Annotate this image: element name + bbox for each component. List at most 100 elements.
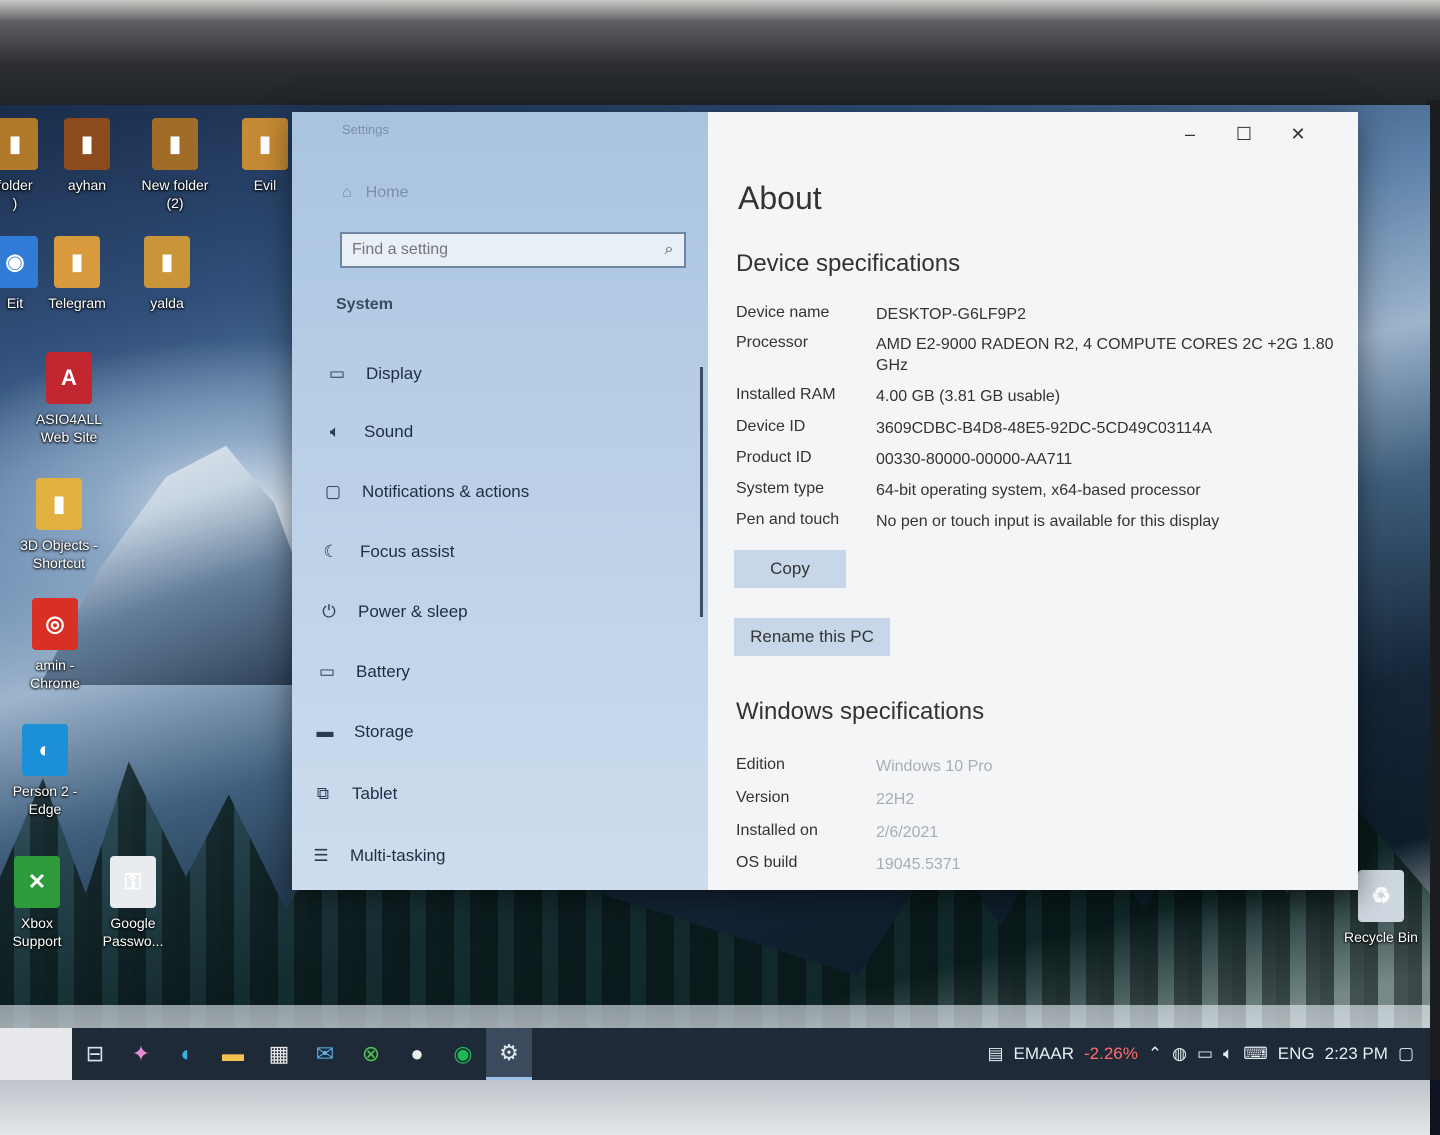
desktop-icon-telegram[interactable]: ▮ Telegram [32, 236, 122, 312]
store-icon[interactable]: ▦ [256, 1028, 302, 1080]
desktop-icon-label: ASIO4ALL Web Site [35, 411, 103, 445]
battery-icon: ▭ [318, 662, 336, 681]
desktop-icon-label: Recycle Bin [1344, 929, 1418, 945]
settings-icon[interactable]: ⚙ [486, 1028, 532, 1080]
keyboard-icon[interactable]: ⌨ [1243, 1044, 1268, 1064]
page-title: About [738, 180, 822, 216]
ayhan-icon: ▮ [64, 118, 110, 170]
battery-tray-icon[interactable]: ▭ [1197, 1044, 1213, 1064]
desktop-icon-xbox[interactable]: ✕ Xbox Support [0, 856, 82, 950]
spec-row-installed-ram: Installed RAM 4.00 GB (3.81 GB usable) [736, 386, 1336, 407]
spec-value: 3609CDBC-B4D8-48E5-92DC-5CD49C03114A [876, 420, 1212, 437]
minimize-icon[interactable]: – [1170, 124, 1210, 145]
desktop-icon-label: Google Passwo... [102, 915, 164, 949]
search-box[interactable]: ⌕ [340, 232, 686, 268]
spec-row-installed-on: Installed on 2/6/2021 [736, 822, 1336, 843]
spec-key: Edition [736, 756, 785, 773]
recycle-bin-icon: ♻ [1358, 870, 1404, 922]
file-explorer-icon[interactable]: ▬ [210, 1028, 256, 1080]
nav-item-display[interactable]: ▭ Display [326, 352, 696, 396]
spec-value: 64-bit operating system, x64-based proce… [876, 482, 1201, 499]
spec-value: Windows 10 Pro [876, 758, 993, 775]
desktop-icon-label: Person 2 - Edge [12, 783, 78, 817]
nav-item-battery[interactable]: ▭ Battery [316, 650, 686, 694]
folder-icon: ▮ [0, 118, 38, 170]
nav-item-tablet[interactable]: ⧉ Tablet [312, 772, 682, 816]
spotify-icon[interactable]: ◉ [440, 1028, 486, 1080]
spec-row-processor: Processor AMD E2-9000 RADEON R2, 4 COMPUT… [736, 334, 1336, 376]
spec-key: Device ID [736, 418, 806, 435]
search-icon[interactable]: ⌕ [654, 241, 684, 259]
xbox-icon[interactable]: ⊗ [348, 1028, 394, 1080]
spec-value: 00330-80000-00000-AA711 [876, 451, 1073, 468]
sidebar-scrollbar[interactable] [700, 367, 703, 617]
home-label: Home [365, 184, 409, 201]
network-icon[interactable]: ◍ [1172, 1044, 1187, 1064]
nav-item-focus-assist[interactable]: ☾ Focus assist [320, 530, 690, 574]
nav-item-storage[interactable]: ▬ Storage [314, 710, 684, 754]
nav-item-label: Tablet [352, 784, 398, 803]
window-title: Settings [342, 122, 389, 137]
desktop-icon-label: Telegram [48, 295, 106, 311]
desktop-icon-label: amin - Chrome [30, 657, 80, 691]
nav-item-sound[interactable]: 🔈︎ Sound [324, 410, 694, 454]
spec-key: System type [736, 480, 825, 497]
stock-change[interactable]: -2.26% [1084, 1044, 1138, 1064]
spec-key: Device name [736, 304, 830, 321]
spec-row-os-build: OS build 19045.5371 [736, 854, 1336, 875]
copy-button[interactable]: Copy [734, 550, 846, 588]
desktop-icon-label: ayhan [67, 177, 107, 193]
device-specs-title: Device specifications [736, 250, 961, 277]
person2-edge-icon: ◐ [22, 724, 68, 776]
volume-icon[interactable]: 🔈︎ [1223, 1044, 1233, 1064]
google-passwords-icon: ⚿ [110, 856, 156, 908]
spec-key: Version [736, 789, 790, 806]
language-indicator[interactable]: ENG [1278, 1044, 1315, 1064]
task-view-icon[interactable]: ⊟ [72, 1028, 118, 1080]
spec-key: Product ID [736, 449, 812, 466]
spec-value: DESKTOP-G6LF9P2 [876, 306, 1026, 323]
spec-row-pen-and-touch: Pen and touch No pen or touch input is av… [736, 511, 1336, 532]
nav-item-notifications-actions[interactable]: ▢ Notifications & actions [322, 470, 692, 514]
desktop-icon-amin-chrome[interactable]: ◎ amin - Chrome [10, 598, 100, 692]
3d-objects-icon: ▮ [36, 478, 82, 530]
news-widget-icon[interactable]: ▤ [987, 1044, 1003, 1064]
desktop-icon-label: New folder (2) [141, 177, 209, 211]
taskbar-apps: ⊟ ✦ ◐ ▬ ▦ ✉ ⊗ ● ◉ ⚙ [72, 1028, 532, 1080]
focus-assist-icon: ☾ [323, 542, 339, 561]
start-search-area[interactable] [0, 1028, 72, 1080]
nav-item-power-sleep[interactable]: ⏻ Power & sleep [318, 590, 688, 634]
nav-item-label: Notifications & actions [362, 482, 530, 501]
desktop-icon-3d-objects[interactable]: ▮ 3D Objects - Shortcut [14, 478, 104, 572]
desktop-icon-asio4all[interactable]: A ASIO4ALL Web Site [24, 352, 114, 446]
yalda-icon: ▮ [144, 236, 190, 288]
amin-chrome-icon: ◎ [32, 598, 78, 650]
spec-row-system-type: System type 64-bit operating system, x64-… [736, 480, 1336, 501]
close-icon[interactable]: ✕ [1278, 124, 1318, 145]
notification-center-icon[interactable]: ▢ [1398, 1044, 1414, 1064]
mail-icon[interactable]: ✉ [302, 1028, 348, 1080]
nav-item-multi-tasking[interactable]: ☰ Multi-tasking [310, 834, 680, 878]
home-link[interactable]: ⌂ Home [342, 184, 408, 202]
spec-value: 2/6/2021 [876, 824, 939, 841]
spec-value: AMD E2-9000 RADEON R2, 4 COMPUTE CORES 2… [876, 336, 1334, 374]
notifications-icon: ▢ [324, 482, 342, 501]
desktop-icon-new-folder-2[interactable]: ▮ New folder (2) [130, 118, 220, 212]
search-input[interactable] [342, 240, 654, 260]
nav-item-label: Focus assist [360, 542, 455, 561]
chevron-up-icon[interactable]: ⌃ [1148, 1044, 1162, 1064]
rename-pc-button[interactable]: Rename this PC [734, 618, 890, 656]
copilot-icon[interactable]: ✦ [118, 1028, 164, 1080]
clock[interactable]: 2:23 PM [1325, 1044, 1388, 1064]
media-icon[interactable]: ● [394, 1028, 440, 1080]
about-panel: – ☐ ✕ About Device specifications Device… [708, 112, 1358, 890]
maximize-icon[interactable]: ☐ [1224, 124, 1264, 145]
desktop-icon-ayhan[interactable]: ▮ ayhan [42, 118, 132, 194]
desktop-icon-person2-edge[interactable]: ◐ Person 2 - Edge [0, 724, 90, 818]
edge-icon[interactable]: ◐ [164, 1028, 210, 1080]
spec-row-device-id: Device ID 3609CDBC-B4D8-48E5-92DC-5CD49C0… [736, 418, 1336, 439]
desktop-icon-google-passwords[interactable]: ⚿ Google Passwo... [88, 856, 178, 950]
desktop-icon-yalda[interactable]: ▮ yalda [122, 236, 212, 312]
stock-name[interactable]: EMAAR [1014, 1044, 1074, 1064]
monitor-bezel [0, 0, 1440, 110]
